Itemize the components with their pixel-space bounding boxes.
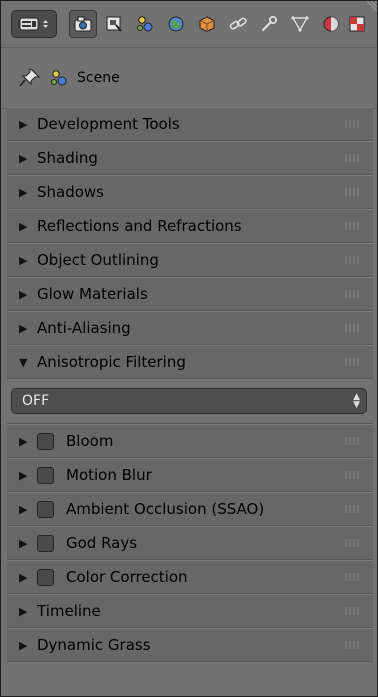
panel-shadows[interactable]: ▶ Shadows <box>7 175 373 209</box>
texture-icon <box>349 16 365 32</box>
scene-icon <box>51 70 67 86</box>
properties-header <box>1 1 377 48</box>
drag-grip-icon[interactable] <box>345 222 359 230</box>
pin-icon[interactable] <box>19 68 41 88</box>
tab-material[interactable] <box>317 10 345 38</box>
panel-god-rays[interactable]: ▶ God Rays <box>7 526 373 560</box>
motion-blur-checkbox[interactable] <box>37 466 54 484</box>
panel-reflections-refractions[interactable]: ▶ Reflections and Refractions <box>7 209 373 243</box>
editor-type-button[interactable] <box>11 10 57 38</box>
panel-collapsed-icon: ▶ <box>19 604 28 618</box>
panel-collapsed-icon: ▶ <box>19 321 28 335</box>
panel-collapsed-icon: ▶ <box>19 219 28 233</box>
panel-title: Anisotropic Filtering <box>37 353 186 371</box>
panel-title: Development Tools <box>37 115 180 133</box>
panel-list: ▶ Development Tools ▶ Shading ▶ Shadows … <box>7 107 373 662</box>
panel-title: Bloom <box>66 432 114 450</box>
panel-ambient-occlusion[interactable]: ▶ Ambient Occlusion (SSAO) <box>7 492 373 526</box>
tab-object[interactable] <box>193 10 221 38</box>
tab-data[interactable] <box>286 10 314 38</box>
chevron-updown-icon: ▲ ▼ <box>353 392 360 410</box>
anisotropic-filtering-body: OFF ▲ ▼ <box>7 379 373 424</box>
drag-grip-icon[interactable] <box>345 154 359 162</box>
panel-title: Object Outlining <box>37 251 159 269</box>
drag-grip-icon[interactable] <box>345 290 359 298</box>
panel-shading[interactable]: ▶ Shading <box>7 141 373 175</box>
panel-development-tools[interactable]: ▶ Development Tools <box>7 107 373 141</box>
panel-expanded-icon: ▼ <box>19 355 28 369</box>
ssao-checkbox[interactable] <box>37 500 54 518</box>
tab-world[interactable] <box>162 10 190 38</box>
tab-render-layers[interactable] <box>100 10 128 38</box>
panel-title: Timeline <box>37 602 101 620</box>
panel-collapsed-icon: ▶ <box>19 502 28 516</box>
chevron-updown-icon <box>43 20 48 28</box>
material-icon <box>323 16 339 32</box>
panel-anisotropic-filtering[interactable]: ▼ Anisotropic Filtering <box>7 345 373 379</box>
drag-grip-icon[interactable] <box>345 120 359 128</box>
panel-object-outlining[interactable]: ▶ Object Outlining <box>7 243 373 277</box>
panel-title: Anti-Aliasing <box>37 319 131 337</box>
properties-editor: Scene ▶ Development Tools ▶ Shading ▶ Sh… <box>0 0 378 697</box>
color-correction-checkbox[interactable] <box>37 568 54 586</box>
panel-title: Motion Blur <box>66 466 152 484</box>
panel-collapsed-icon: ▶ <box>19 536 28 550</box>
tab-scene[interactable] <box>131 10 159 38</box>
tab-modifiers[interactable] <box>255 10 283 38</box>
render-layers-icon <box>106 16 122 32</box>
object-icon <box>199 16 215 33</box>
drag-grip-icon[interactable] <box>345 358 359 366</box>
panel-collapsed-icon: ▶ <box>19 434 28 448</box>
panel-title: Shadows <box>37 183 105 201</box>
panel-motion-blur[interactable]: ▶ Motion Blur <box>7 458 373 492</box>
panel-collapsed-icon: ▶ <box>19 570 28 584</box>
drag-grip-icon[interactable] <box>345 573 359 581</box>
panel-collapsed-icon: ▶ <box>19 638 28 652</box>
drag-grip-icon[interactable] <box>345 256 359 264</box>
god-rays-checkbox[interactable] <box>37 534 54 552</box>
panel-title: Glow Materials <box>37 285 148 303</box>
drag-grip-icon[interactable] <box>345 324 359 332</box>
panel-timeline[interactable]: ▶ Timeline <box>7 594 373 628</box>
drag-grip-icon[interactable] <box>345 505 359 513</box>
tab-render[interactable] <box>69 10 97 38</box>
panel-collapsed-icon: ▶ <box>19 151 28 165</box>
panel-title: Ambient Occlusion (SSAO) <box>66 500 265 518</box>
panel-collapsed-icon: ▶ <box>19 117 28 131</box>
drag-grip-icon[interactable] <box>345 539 359 547</box>
panel-collapsed-icon: ▶ <box>19 185 28 199</box>
panel-dynamic-grass[interactable]: ▶ Dynamic Grass <box>7 628 373 662</box>
panel-bloom[interactable]: ▶ Bloom <box>7 424 373 458</box>
context-scene-label: Scene <box>77 70 120 86</box>
panel-glow-materials[interactable]: ▶ Glow Materials <box>7 277 373 311</box>
modifiers-icon <box>261 15 278 32</box>
constraints-icon <box>229 17 247 30</box>
drag-grip-icon[interactable] <box>345 471 359 479</box>
select-value: OFF <box>22 393 50 409</box>
render-icon <box>74 16 92 32</box>
context-breadcrumb: Scene <box>1 48 377 109</box>
drag-grip-icon[interactable] <box>345 188 359 196</box>
panel-title: Shading <box>37 149 98 167</box>
scene-icon <box>137 16 153 32</box>
panel-anti-aliasing[interactable]: ▶ Anti-Aliasing <box>7 311 373 345</box>
drag-grip-icon[interactable] <box>345 641 359 649</box>
tab-constraints[interactable] <box>224 10 252 38</box>
panel-collapsed-icon: ▶ <box>19 287 28 301</box>
panel-collapsed-icon: ▶ <box>19 468 28 482</box>
panel-collapsed-icon: ▶ <box>19 253 28 267</box>
world-icon <box>168 16 184 32</box>
panel-title: God Rays <box>66 534 138 552</box>
area-split-corner-icon[interactable] <box>363 1 377 15</box>
data-icon <box>291 16 309 32</box>
panel-title: Color Correction <box>66 568 188 586</box>
panel-title: Reflections and Refractions <box>37 217 242 235</box>
properties-editor-icon <box>19 17 39 31</box>
drag-grip-icon[interactable] <box>345 437 359 445</box>
bloom-checkbox[interactable] <box>37 432 54 450</box>
panel-title: Dynamic Grass <box>37 636 151 654</box>
anisotropic-filtering-select[interactable]: OFF ▲ ▼ <box>11 388 367 414</box>
drag-grip-icon[interactable] <box>345 607 359 615</box>
panel-color-correction[interactable]: ▶ Color Correction <box>7 560 373 594</box>
